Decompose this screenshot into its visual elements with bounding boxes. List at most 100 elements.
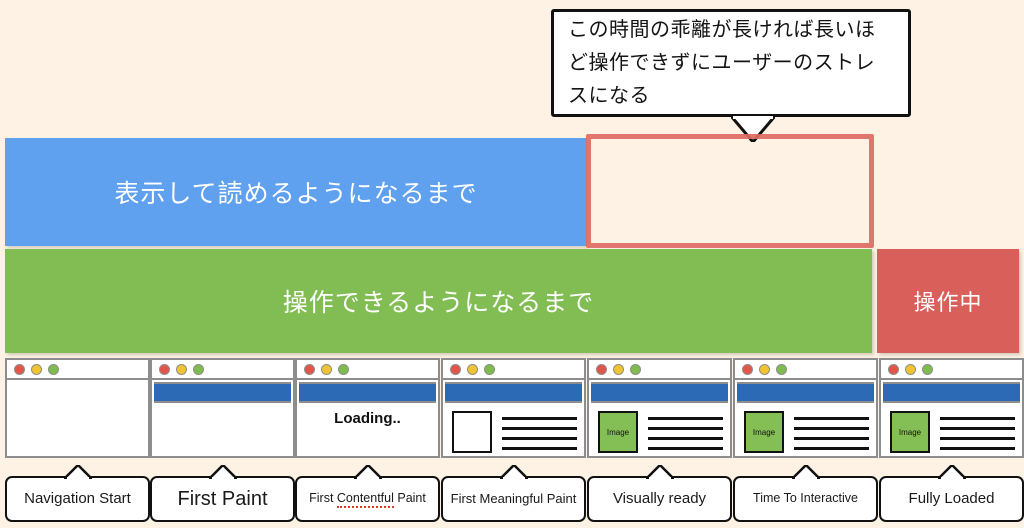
bar-operating: 操作中 bbox=[877, 249, 1019, 353]
thumbnail-navigation-start bbox=[5, 358, 150, 458]
bar-display-readable: 表示して読めるようになるまで bbox=[5, 138, 587, 246]
window-red-dot-icon bbox=[742, 363, 753, 375]
milestone-tag-label: Visually ready bbox=[612, 490, 707, 508]
window-red-dot-icon bbox=[304, 363, 315, 375]
page-header-block bbox=[154, 382, 291, 403]
spellcheck-underlined-word: Contentful bbox=[336, 491, 394, 509]
browser-viewport bbox=[7, 380, 148, 456]
window-red-dot-icon bbox=[888, 363, 899, 375]
bar-operating-label: 操作中 bbox=[913, 290, 983, 315]
window-green-dot-icon bbox=[338, 363, 349, 375]
text-line bbox=[648, 436, 723, 440]
text-line bbox=[648, 426, 723, 430]
text-lines-group bbox=[648, 415, 723, 450]
window-yellow-dot-icon bbox=[905, 363, 916, 375]
tag-pointer-icon bbox=[63, 465, 92, 479]
text-line bbox=[794, 426, 869, 430]
window-green-dot-icon bbox=[484, 363, 495, 375]
milestone-tag-label: Navigation Start bbox=[24, 490, 131, 508]
window-yellow-dot-icon bbox=[759, 363, 770, 375]
text-lines-group bbox=[940, 415, 1015, 450]
thumbnail-fully-loaded: Image bbox=[879, 358, 1024, 458]
text-line bbox=[648, 416, 723, 420]
milestone-tag-label: First Paint bbox=[177, 487, 268, 510]
browser-viewport bbox=[443, 382, 584, 456]
milestone-tag-label: Time To Interactive bbox=[753, 491, 858, 506]
milestone-tag-label: Fully Loaded bbox=[908, 490, 995, 508]
browser-titlebar bbox=[589, 360, 730, 380]
milestone-tag-label: First Meaningful Paint bbox=[450, 490, 577, 506]
thumbnail-first-meaningful-paint bbox=[441, 358, 586, 458]
tag-pointer-icon bbox=[645, 465, 674, 479]
image-placeholder-empty bbox=[452, 411, 492, 453]
bar-until-interactive: 操作できるようになるまで bbox=[5, 249, 872, 353]
milestone-label-row: Navigation Start First Paint First Content… bbox=[0, 465, 1024, 528]
tag-pointer-icon bbox=[353, 465, 382, 479]
text-line bbox=[794, 416, 869, 420]
text-line bbox=[502, 446, 577, 450]
text-lines-group bbox=[502, 415, 577, 450]
page-content-row: Image bbox=[589, 403, 730, 453]
text-line bbox=[502, 426, 577, 430]
browser-titlebar bbox=[7, 360, 148, 380]
milestone-tag-fully-loaded: Fully Loaded bbox=[879, 465, 1024, 522]
text-line bbox=[940, 446, 1015, 450]
window-green-dot-icon bbox=[922, 363, 933, 375]
text-line bbox=[648, 446, 723, 450]
browser-titlebar bbox=[443, 360, 584, 380]
thumbnail-first-contentful-paint: Loading.. bbox=[295, 358, 440, 458]
browser-titlebar bbox=[735, 360, 876, 380]
window-green-dot-icon bbox=[48, 363, 59, 375]
text-line bbox=[502, 416, 577, 420]
image-placeholder-loaded: Image bbox=[890, 411, 930, 453]
tag-pointer-icon bbox=[499, 465, 528, 479]
loading-text: Loading.. bbox=[334, 410, 401, 427]
tag-pointer-icon bbox=[937, 465, 966, 479]
window-red-dot-icon bbox=[596, 363, 607, 375]
thumbnail-time-to-interactive: Image bbox=[733, 358, 878, 458]
browser-titlebar bbox=[297, 360, 438, 380]
browser-viewport: Loading.. bbox=[297, 382, 438, 456]
page-header-block bbox=[737, 382, 874, 403]
page-content-row: Image bbox=[735, 403, 876, 453]
window-red-dot-icon bbox=[159, 363, 170, 375]
text-line bbox=[940, 426, 1015, 430]
window-green-dot-icon bbox=[776, 363, 787, 375]
milestone-tag-label: First Contentful Paint bbox=[306, 491, 429, 509]
text-line bbox=[794, 436, 869, 440]
thumbnail-strip: Loading.. Image Image Image bbox=[0, 358, 1024, 462]
page-header-block bbox=[591, 382, 728, 403]
thumbnail-first-paint bbox=[150, 358, 295, 458]
image-placeholder-loaded: Image bbox=[744, 411, 784, 453]
milestone-tag-visually-ready: Visually ready bbox=[587, 465, 732, 522]
text-lines-group bbox=[794, 415, 869, 450]
window-yellow-dot-icon bbox=[176, 363, 187, 375]
callout-text: この時間の乖離が長ければ長いほど操作できずにユーザーのストレスになる bbox=[568, 18, 876, 107]
milestone-tag-navigation-start: Navigation Start bbox=[5, 465, 150, 522]
page-content-row bbox=[443, 403, 584, 453]
milestone-tag-first-paint: First Paint bbox=[150, 465, 295, 522]
text-line bbox=[502, 436, 577, 440]
page-header-block bbox=[883, 382, 1020, 403]
milestone-tag-first-meaningful-paint: First Meaningful Paint bbox=[441, 465, 586, 522]
milestone-tag-first-contentful-paint: First Contentful Paint bbox=[295, 465, 440, 522]
window-yellow-dot-icon bbox=[467, 363, 478, 375]
bar-interactive-label: 操作できるようになるまで bbox=[282, 289, 595, 317]
performance-timeline-diagram: この時間の乖離が長ければ長いほど操作できずにユーザーのストレスになる 表示して読… bbox=[0, 0, 1024, 528]
window-red-dot-icon bbox=[450, 363, 461, 375]
page-header-block bbox=[299, 382, 436, 403]
bar-display-label: 表示して読めるようになるまで bbox=[114, 180, 478, 208]
tag-pointer-icon bbox=[208, 465, 237, 479]
window-yellow-dot-icon bbox=[321, 363, 332, 375]
highlight-gap-box bbox=[586, 134, 874, 248]
image-placeholder-loaded: Image bbox=[598, 411, 638, 453]
browser-titlebar bbox=[152, 360, 293, 380]
text-line bbox=[940, 416, 1015, 420]
milestone-tag-time-to-interactive: Time To Interactive bbox=[733, 465, 878, 522]
callout-bubble: この時間の乖離が長ければ長いほど操作できずにユーザーのストレスになる bbox=[551, 9, 911, 117]
window-red-dot-icon bbox=[14, 363, 25, 375]
tag-pointer-icon bbox=[791, 465, 820, 479]
browser-titlebar bbox=[881, 360, 1022, 380]
text-line bbox=[794, 446, 869, 450]
window-yellow-dot-icon bbox=[613, 363, 624, 375]
